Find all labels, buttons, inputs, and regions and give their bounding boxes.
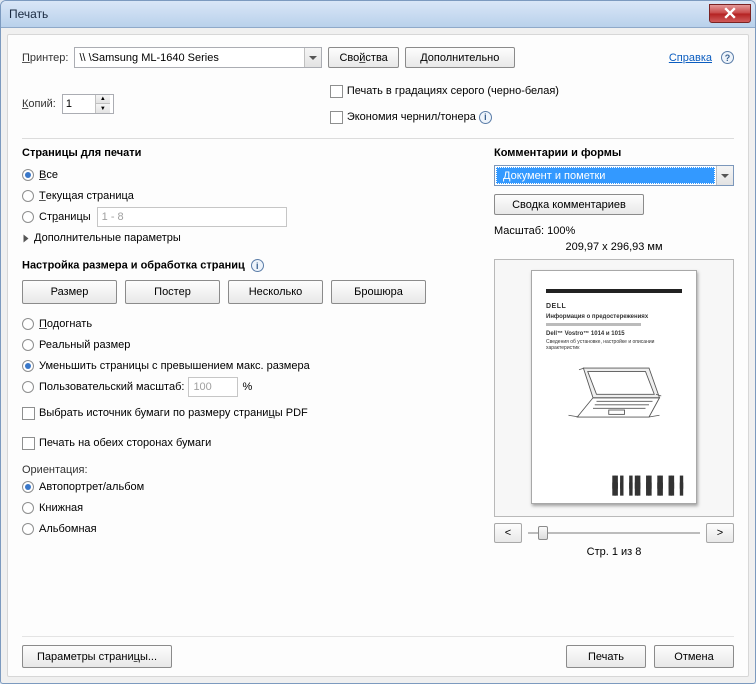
fit-radio[interactable]: Подогнать [22, 314, 480, 334]
preview-page: DELL Информация о предостережениях Dell™… [531, 270, 697, 504]
window-title: Печать [9, 7, 48, 21]
pages-range-input[interactable] [97, 207, 287, 227]
duplex-checkbox[interactable]: Печать на обеих сторонах бумаги [22, 433, 480, 453]
size-tab-button[interactable]: Размер [22, 280, 117, 304]
comments-combo[interactable]: Документ и пометки [494, 165, 734, 186]
cancel-button[interactable]: Отмена [654, 645, 734, 668]
actual-radio[interactable]: Реальный размер [22, 335, 480, 355]
spin-down-icon[interactable]: ▼ [96, 104, 110, 113]
printer-label: Принтер: [22, 52, 68, 64]
laptop-icon [559, 361, 669, 431]
next-page-button[interactable]: > [706, 523, 734, 543]
info-icon[interactable]: i [251, 259, 264, 272]
page-counter: Стр. 1 из 8 [494, 546, 734, 558]
preview-frame: DELL Информация о предостережениях Dell™… [494, 259, 734, 517]
custom-scale-input[interactable] [188, 377, 238, 397]
orientation-label: Ориентация: [22, 464, 480, 476]
orient-landscape-radio[interactable]: Альбомная [22, 519, 480, 539]
copies-spinner[interactable]: ▲ ▼ [62, 94, 114, 114]
titlebar: Печать [1, 1, 755, 28]
booklet-tab-button[interactable]: Брошюра [331, 280, 426, 304]
custom-scale-radio[interactable]: Пользовательский масштаб: % [22, 377, 480, 397]
copies-label: Копий: [22, 98, 56, 110]
multiple-tab-button[interactable]: Несколько [228, 280, 323, 304]
poster-tab-button[interactable]: Постер [125, 280, 220, 304]
help-link[interactable]: Справка [669, 52, 712, 64]
page-brand-logo: DELL [546, 303, 682, 310]
close-icon [723, 7, 737, 19]
advanced-button[interactable]: Дополнительно [405, 47, 515, 68]
help-icon[interactable]: ? [721, 51, 734, 64]
shrink-radio[interactable]: Уменьшить страницы с превышением макс. р… [22, 356, 480, 376]
orient-portrait-radio[interactable]: Книжная [22, 498, 480, 518]
sizing-section-title: Настройка размера и обработка страниц i [22, 259, 480, 272]
comments-summary-button[interactable]: Сводка комментариев [494, 194, 644, 215]
preview-dims: 209,97 x 296,93 мм [494, 241, 734, 253]
printer-value: \\ \Samsung ML-1640 Series [79, 52, 218, 64]
triangle-right-icon [24, 234, 29, 242]
prev-page-button[interactable]: < [494, 523, 522, 543]
barcode-icon: ▐▌▌▐▐▌▐▌▐▌▐▌▐▐▌▌▐▐▌▐▌▐▌▐▌▐ [609, 479, 682, 493]
pages-all-radio[interactable]: Все [22, 165, 480, 185]
chevron-down-icon [304, 48, 321, 67]
eco-ink-checkbox[interactable]: Экономия чернил/тонераi [330, 107, 559, 127]
pages-section-title: Страницы для печати [22, 147, 480, 159]
pages-range-radio[interactable]: Страницы [22, 207, 480, 227]
comments-value: Документ и пометки [496, 167, 715, 184]
close-button[interactable] [709, 4, 751, 23]
orient-auto-radio[interactable]: Автопортрет/альбом [22, 477, 480, 497]
printer-combo[interactable]: \\ \Samsung ML-1640 Series [74, 47, 322, 68]
copies-input[interactable] [63, 98, 95, 110]
paper-source-checkbox[interactable]: Выбрать источник бумаги по размеру стран… [22, 403, 480, 423]
preview-scale: Масштаб: 100% [494, 225, 734, 237]
spin-up-icon[interactable]: ▲ [96, 95, 110, 104]
comments-section-title: Комментарии и формы [494, 147, 734, 159]
zoom-slider[interactable] [528, 524, 700, 542]
chevron-down-icon [716, 166, 733, 185]
properties-button[interactable]: Свойства [328, 47, 398, 68]
grayscale-checkbox[interactable]: Печать в градациях серого (черно-белая) [330, 81, 559, 101]
info-icon[interactable]: i [479, 111, 492, 124]
print-button[interactable]: Печать [566, 645, 646, 668]
pages-more-toggle[interactable]: Дополнительные параметры [22, 228, 480, 248]
page-setup-button[interactable]: Параметры страницы... [22, 645, 172, 668]
pages-current-radio[interactable]: Текущая страница [22, 186, 480, 206]
